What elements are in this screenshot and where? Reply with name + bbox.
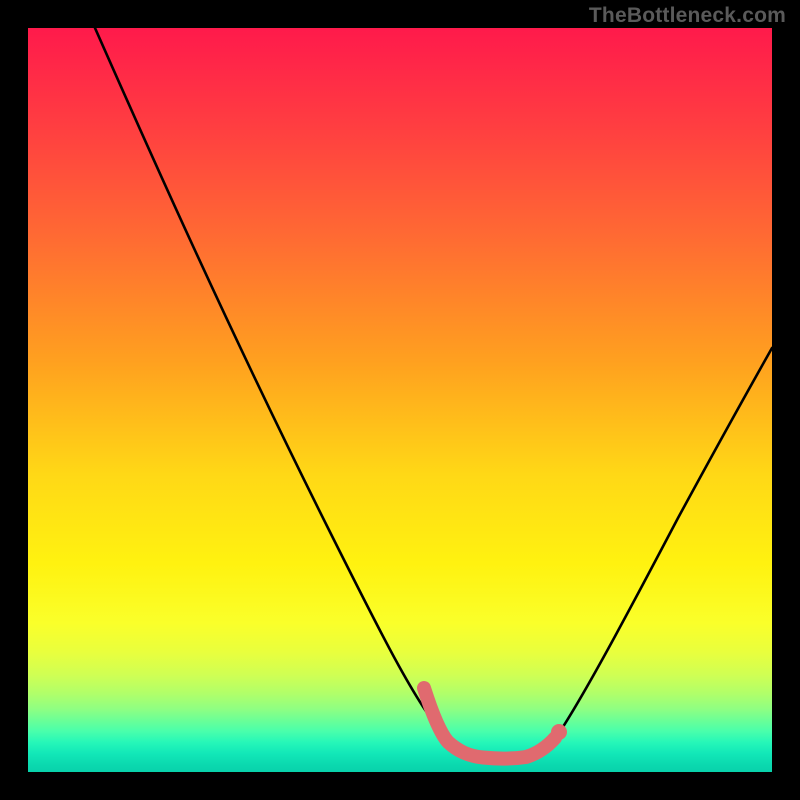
- highlight-end-dot: [551, 724, 567, 740]
- plot-area: [28, 28, 772, 772]
- bottleneck-curve: [95, 28, 772, 759]
- chart-svg: [28, 28, 772, 772]
- chart-frame: TheBottleneck.com: [0, 0, 800, 800]
- optimal-band-highlight: [424, 688, 555, 759]
- watermark-text: TheBottleneck.com: [589, 4, 786, 28]
